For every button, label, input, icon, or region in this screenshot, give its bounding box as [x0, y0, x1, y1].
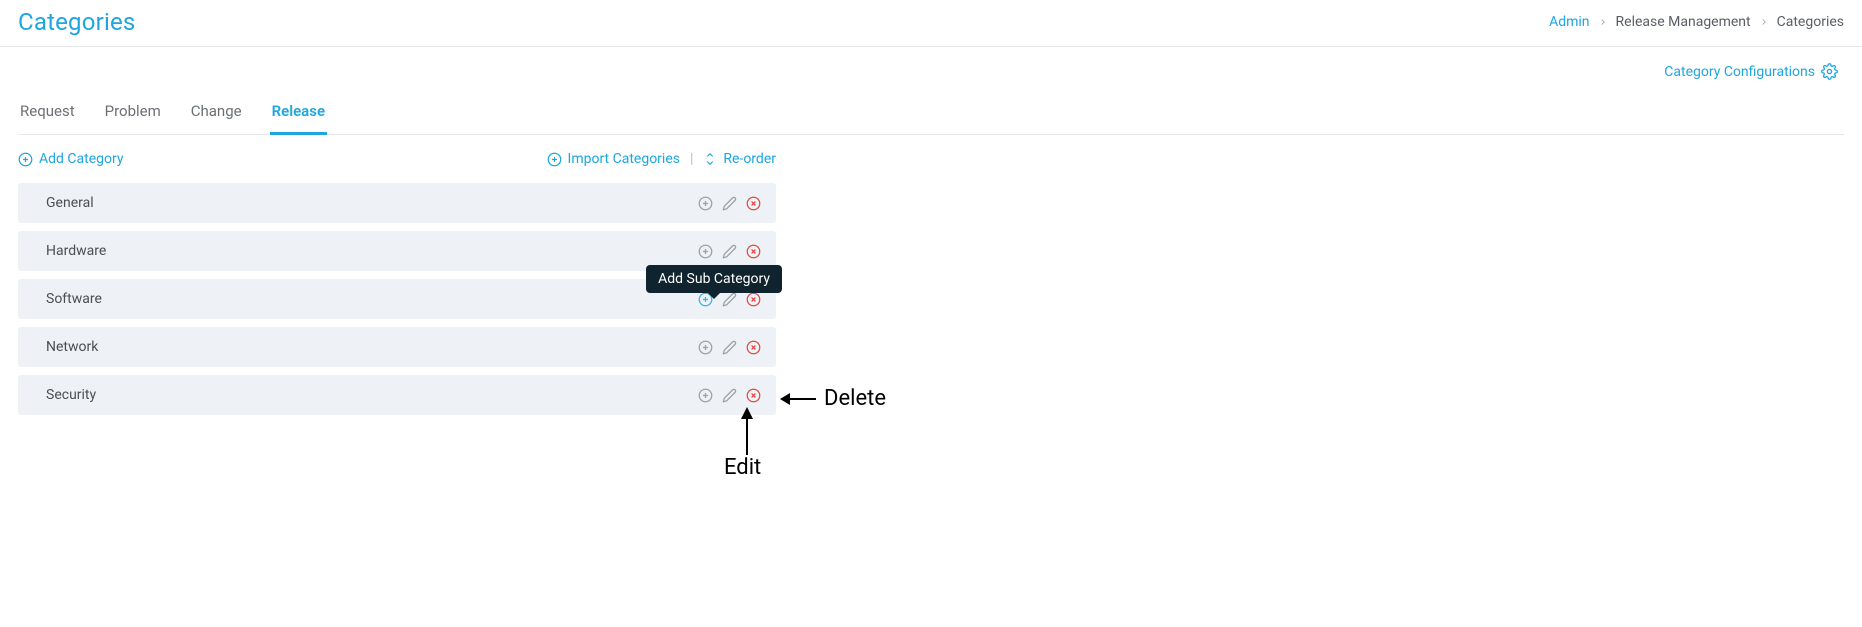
import-categories-label: Import Categories	[568, 151, 680, 167]
add-category-button[interactable]: Add Category	[18, 151, 123, 167]
edit-icon[interactable]	[720, 242, 738, 260]
plus-circle-icon	[18, 152, 33, 167]
edit-icon[interactable]	[720, 194, 738, 212]
tab-problem[interactable]: Problem	[103, 94, 163, 134]
page-title: Categories	[18, 8, 136, 36]
tab-change[interactable]: Change	[189, 94, 244, 134]
edit-icon[interactable]	[720, 386, 738, 404]
category-configurations-link[interactable]: Category Configurations	[18, 47, 1844, 86]
divider: |	[690, 151, 693, 167]
breadcrumb-item: Categories	[1777, 14, 1844, 30]
category-name: Software	[46, 291, 102, 307]
row-actions	[696, 386, 762, 404]
chevron-right-icon	[1759, 17, 1769, 27]
delete-icon[interactable]	[744, 242, 762, 260]
category-name: General	[46, 195, 94, 211]
row-actions	[696, 194, 762, 212]
reorder-label: Re-order	[723, 151, 776, 167]
add-subcategory-icon[interactable]	[696, 338, 714, 356]
plus-circle-icon	[547, 152, 562, 167]
category-name: Network	[46, 339, 98, 355]
row-actions	[696, 242, 762, 260]
content-area: Category Configurations Request Problem Ch…	[0, 47, 1862, 415]
actions-row: Add Category Import Categories | Re-orde…	[18, 151, 776, 167]
reorder-icon	[703, 152, 717, 166]
row-actions	[696, 338, 762, 356]
delete-icon[interactable]	[744, 194, 762, 212]
delete-icon[interactable]	[744, 386, 762, 404]
category-row[interactable]: Network	[18, 327, 776, 367]
reorder-button[interactable]: Re-order	[703, 151, 776, 167]
category-row[interactable]: General	[18, 183, 776, 223]
breadcrumb-item: Release Management	[1616, 14, 1751, 30]
delete-annotation: Delete	[780, 386, 886, 411]
delete-icon[interactable]	[744, 338, 762, 356]
category-name: Hardware	[46, 243, 106, 259]
category-name: Security	[46, 387, 96, 403]
gear-icon	[1821, 63, 1838, 80]
add-subcategory-tooltip: Add Sub Category	[646, 265, 782, 293]
edit-annotation-label: Edit	[724, 455, 761, 480]
edit-icon[interactable]	[720, 338, 738, 356]
tab-request[interactable]: Request	[18, 94, 77, 134]
category-configurations-label: Category Configurations	[1664, 64, 1815, 80]
tabs: Request Problem Change Release	[18, 94, 1844, 135]
chevron-right-icon	[1598, 17, 1608, 27]
category-row[interactable]: SoftwareAdd Sub Category	[18, 279, 776, 319]
add-category-label: Add Category	[39, 151, 123, 167]
add-subcategory-icon[interactable]	[696, 386, 714, 404]
category-row[interactable]: Security	[18, 375, 776, 415]
tab-release[interactable]: Release	[270, 94, 327, 135]
delete-annotation-label: Delete	[824, 386, 886, 411]
category-list: General Hardware SoftwareAdd Sub Category N…	[18, 183, 776, 415]
breadcrumbs: Admin Release Management Categories	[1549, 14, 1844, 30]
arrow-left-icon	[780, 389, 816, 409]
import-categories-button[interactable]: Import Categories	[547, 151, 680, 167]
page-header: Categories Admin Release Management Catego…	[0, 0, 1862, 47]
add-subcategory-icon[interactable]	[696, 242, 714, 260]
add-subcategory-icon[interactable]	[696, 194, 714, 212]
breadcrumb-item[interactable]: Admin	[1549, 14, 1589, 30]
